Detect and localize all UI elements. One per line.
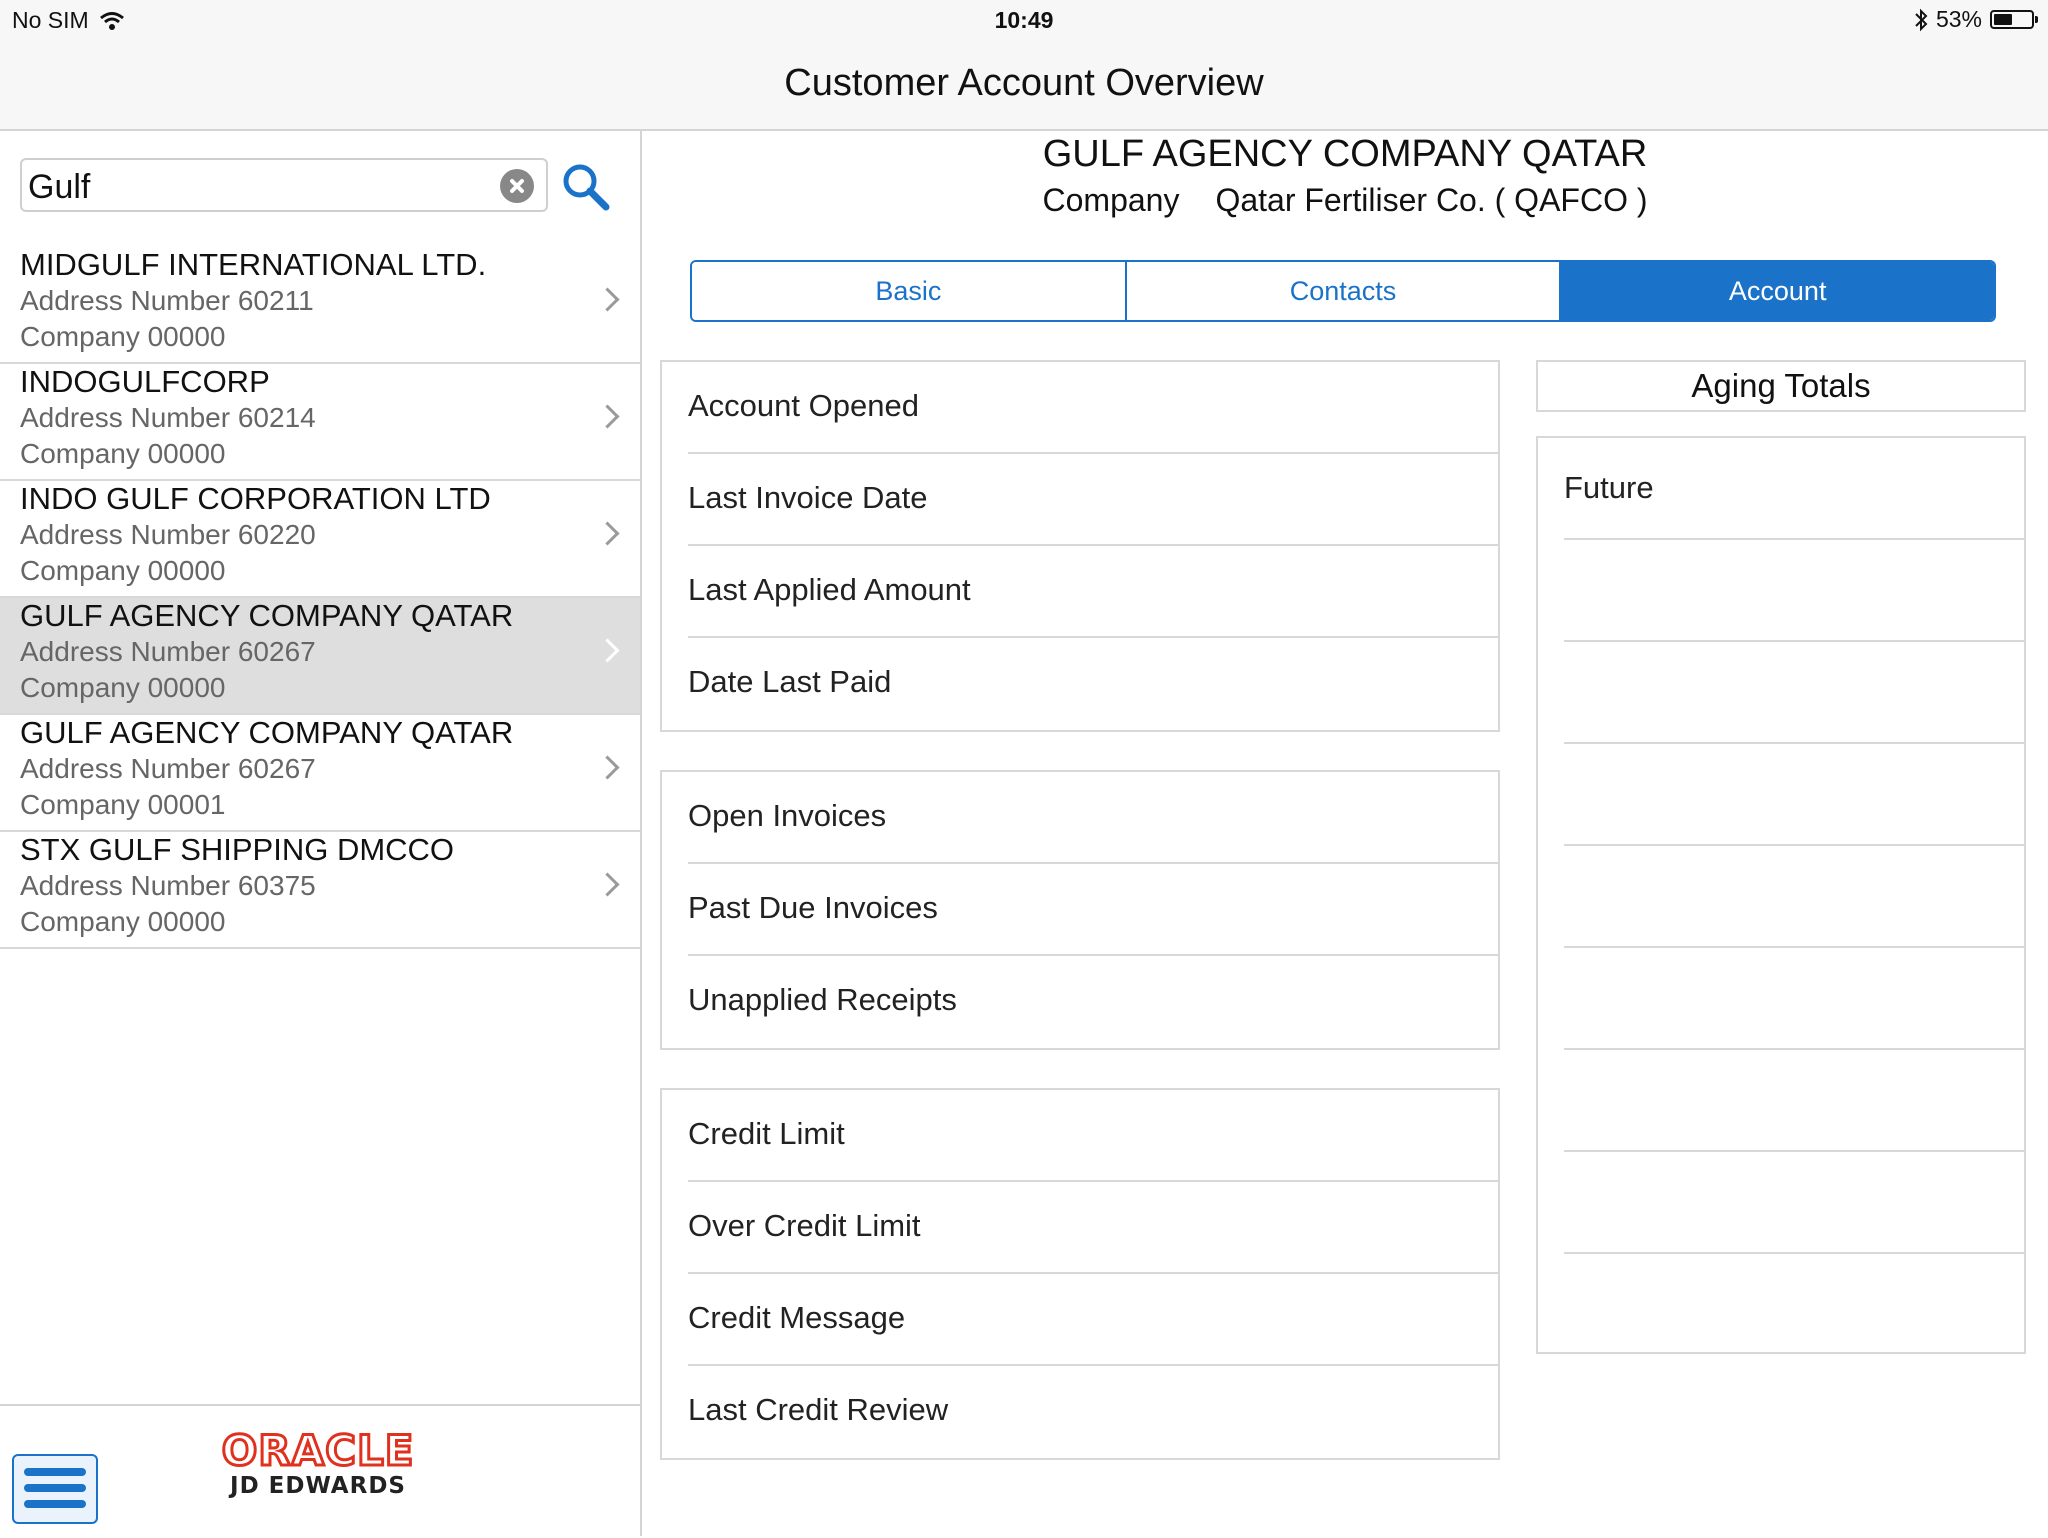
- clock: 10:49: [994, 7, 1054, 33]
- field-label: Open Invoices: [688, 798, 887, 833]
- result-address: Address Number 60211: [20, 285, 314, 316]
- result-item[interactable]: GULF AGENCY COMPANY QATAR Address Number…: [0, 598, 640, 715]
- status-right: 53%: [1914, 6, 2038, 33]
- field-row: Unapplied Receipts: [688, 956, 1498, 1048]
- result-address: Address Number 60267: [20, 636, 316, 667]
- result-name: INDOGULFCORP: [20, 364, 270, 399]
- logo-oracle: ORACLE: [220, 1425, 415, 1477]
- segmented-tabs: Basic Contacts Account: [690, 260, 1996, 322]
- field-row: Account Opened: [688, 362, 1498, 454]
- field-row: Last Credit Review: [688, 1366, 1498, 1458]
- field-label: Over Credit Limit: [688, 1208, 921, 1243]
- nav-bar: Customer Account Overview: [0, 40, 2048, 131]
- result-company: Company 00000: [20, 555, 226, 586]
- battery-icon: [1990, 10, 2038, 29]
- search-icon[interactable]: [560, 161, 612, 213]
- left-pane: Gulf MIDGULF INTERNATIONAL LTD. Address …: [0, 131, 642, 1538]
- battery-percent: 53%: [1935, 6, 1982, 32]
- bluetooth-icon: [1915, 8, 1928, 31]
- hamburger-menu-icon[interactable]: [12, 1454, 98, 1524]
- chevron-right-icon: [595, 872, 620, 897]
- result-name: MIDGULF INTERNATIONAL LTD.: [20, 247, 487, 282]
- result-name: GULF AGENCY COMPANY QATAR: [20, 598, 514, 633]
- tab-account[interactable]: Account: [1561, 262, 1994, 320]
- page-title: Customer Account Overview: [784, 62, 1264, 104]
- field-label: Last Credit Review: [688, 1392, 949, 1427]
- tab-basic[interactable]: Basic: [692, 262, 1127, 320]
- field-row: Credit Message: [688, 1274, 1498, 1366]
- result-address: Address Number 60220: [20, 519, 316, 550]
- field-row: Date Last Paid: [688, 638, 1498, 730]
- result-address: Address Number 60267: [20, 753, 316, 784]
- clear-search-icon[interactable]: [500, 169, 534, 203]
- aging-row: [1564, 1254, 2024, 1356]
- invoices-group: Open Invoices Past Due Invoices Unapplie…: [660, 770, 1500, 1050]
- aging-row: [1564, 540, 2024, 642]
- aging-row: Future: [1564, 438, 2024, 540]
- field-label: Last Applied Amount: [688, 572, 971, 607]
- logo-jd-edwards: JD EDWARDS: [230, 1473, 406, 1499]
- result-list: MIDGULF INTERNATIONAL LTD. Address Numbe…: [0, 247, 640, 949]
- field-label: Date Last Paid: [688, 664, 892, 699]
- field-row: Open Invoices: [688, 772, 1498, 864]
- field-row: Last Applied Amount: [688, 546, 1498, 638]
- tab-contacts[interactable]: Contacts: [1126, 262, 1562, 320]
- aging-label: Future: [1564, 470, 1654, 505]
- chevron-right-icon: [595, 638, 620, 663]
- field-label: Credit Message: [688, 1300, 906, 1335]
- field-label: Last Invoice Date: [688, 480, 928, 515]
- aging-row: [1564, 846, 2024, 948]
- battery-fill: [1994, 14, 2013, 25]
- result-company: Company 00000: [20, 321, 226, 352]
- result-name: GULF AGENCY COMPANY QATAR: [20, 715, 514, 750]
- aging-row: [1564, 744, 2024, 846]
- field-label: Past Due Invoices: [688, 890, 938, 925]
- result-item[interactable]: INDOGULFCORP Address Number 60214 Compan…: [0, 364, 640, 481]
- field-row: Over Credit Limit: [688, 1182, 1498, 1274]
- company-value: Qatar Fertiliser Co. ( QAFCO ): [1215, 182, 1648, 218]
- status-bar: No SIM 10:49 53%: [0, 0, 2048, 40]
- chevron-right-icon: [595, 287, 620, 312]
- field-label: Unapplied Receipts: [688, 982, 957, 1017]
- result-item[interactable]: STX GULF SHIPPING DMCCO Address Number 6…: [0, 832, 640, 949]
- chevron-right-icon: [595, 755, 620, 780]
- result-company: Company 00000: [20, 438, 226, 469]
- credit-group: Credit Limit Over Credit Limit Credit Me…: [660, 1088, 1500, 1460]
- aging-row: [1564, 1152, 2024, 1254]
- search-input[interactable]: Gulf: [20, 158, 548, 212]
- field-row: Credit Limit: [688, 1090, 1498, 1182]
- oracle-jde-logo: ORACLE JD EDWARDS: [218, 1425, 418, 1500]
- result-address: Address Number 60375: [20, 870, 316, 901]
- result-item[interactable]: MIDGULF INTERNATIONAL LTD. Address Numbe…: [0, 247, 640, 364]
- field-row: Past Due Invoices: [688, 864, 1498, 956]
- account-dates-group: Account Opened Last Invoice Date Last Ap…: [660, 360, 1500, 732]
- result-name: STX GULF SHIPPING DMCCO: [20, 832, 455, 867]
- result-address: Address Number 60214: [20, 402, 316, 433]
- company-label: Company: [1042, 182, 1180, 218]
- result-company: Company 00001: [20, 789, 226, 820]
- aging-totals-list: Future: [1536, 436, 2026, 1354]
- aging-row: [1564, 642, 2024, 744]
- result-item[interactable]: INDO GULF CORPORATION LTD Address Number…: [0, 481, 640, 598]
- aging-totals-title: Aging Totals: [1536, 360, 2026, 412]
- aging-row: [1564, 1050, 2024, 1152]
- detail-title: GULF AGENCY COMPANY QATAR: [1042, 133, 1648, 175]
- left-footer: ORACLE JD EDWARDS: [0, 1404, 640, 1538]
- chevron-right-icon: [595, 521, 620, 546]
- chevron-right-icon: [595, 404, 620, 429]
- field-label: Credit Limit: [688, 1116, 845, 1151]
- result-company: Company 00000: [20, 672, 226, 703]
- result-company: Company 00000: [20, 906, 226, 937]
- result-name: INDO GULF CORPORATION LTD: [20, 481, 491, 516]
- search-input-value[interactable]: Gulf: [28, 168, 90, 207]
- field-label: Account Opened: [688, 388, 919, 423]
- result-item[interactable]: GULF AGENCY COMPANY QATAR Address Number…: [0, 715, 640, 832]
- detail-company: Company Qatar Fertiliser Co. ( QAFCO ): [642, 182, 2048, 219]
- aging-row: [1564, 948, 2024, 1050]
- field-row: Last Invoice Date: [688, 454, 1498, 546]
